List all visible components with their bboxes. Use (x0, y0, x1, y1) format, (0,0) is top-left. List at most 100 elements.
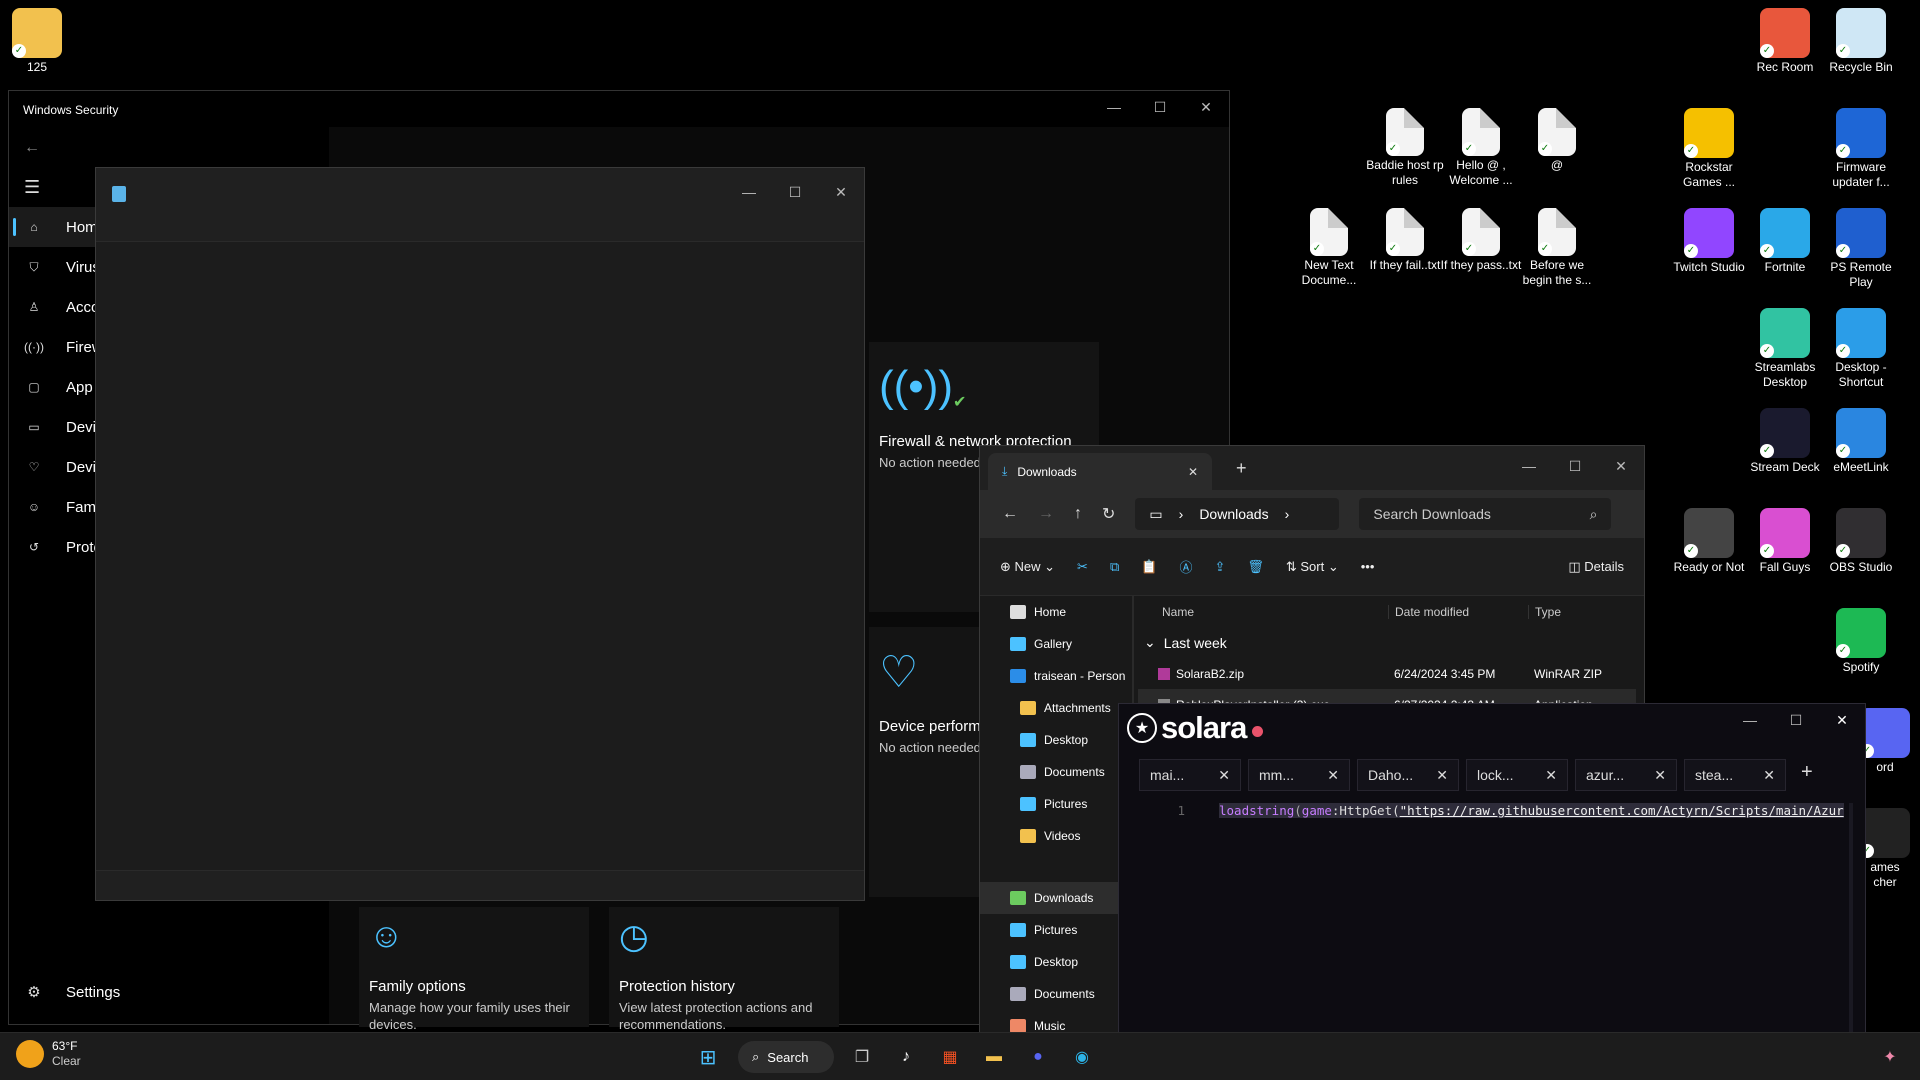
details-button[interactable]: ◫ Details (1568, 559, 1624, 575)
desktop-icon[interactable]: ✓ Baddie host rp rules (1362, 108, 1448, 188)
close-icon[interactable]: ✕ (818, 176, 864, 208)
close-icon[interactable]: ✕ (1763, 767, 1775, 784)
add-tab-icon[interactable]: + (1793, 759, 1821, 791)
desktop-icon[interactable]: ✓ Hello @ , Welcome ... (1438, 108, 1524, 188)
desktop-icon[interactable]: ✓ If they pass..txt (1438, 208, 1524, 273)
copilot-icon[interactable]: ✦ (1874, 1041, 1906, 1073)
desktop-icon[interactable]: ✓ PS Remote Play (1818, 208, 1904, 290)
close-icon[interactable]: ✕ (1545, 767, 1557, 784)
desktop-icon[interactable]: ✓ OBS Studio (1818, 508, 1904, 575)
script-tab[interactable]: azur... ✕ (1575, 759, 1677, 791)
share-icon[interactable]: ⇪ (1214, 559, 1225, 575)
close-icon[interactable]: ✕ (1436, 767, 1448, 784)
address-bar[interactable]: ▭ › Downloads › (1135, 498, 1340, 530)
minimize-icon[interactable]: — (1506, 450, 1552, 482)
delete-icon[interactable]: 🗑 (1247, 559, 1264, 575)
maximize-icon[interactable]: ☐ (1773, 704, 1819, 736)
sort-button[interactable]: ⇅ Sort ⌄ (1286, 559, 1339, 575)
copy-icon[interactable]: ⧉ (1110, 559, 1119, 575)
column-type[interactable]: Type (1528, 604, 1561, 619)
sidebar-item[interactable]: Attachments (980, 692, 1132, 724)
new-tab-icon[interactable]: + (1236, 458, 1247, 479)
discord-icon[interactable]: ● (1022, 1041, 1054, 1073)
desktop-icon[interactable]: ✓ Before we begin the s... (1514, 208, 1600, 288)
sidebar-item[interactable]: Downloads (980, 882, 1132, 914)
close-icon[interactable]: ✕ (1218, 767, 1230, 784)
script-tab[interactable]: mai... ✕ (1139, 759, 1241, 791)
sidebar-item[interactable]: Pictures (980, 914, 1132, 946)
maximize-icon[interactable]: ☐ (1552, 450, 1598, 482)
file-row[interactable]: SolaraB2.zip 6/24/2024 3:45 PM WinRAR ZIP (1138, 658, 1636, 689)
sidebar-item[interactable]: Pictures (980, 788, 1132, 820)
cut-icon[interactable]: ✂ (1077, 559, 1088, 575)
sidebar-item[interactable]: Documents (980, 978, 1132, 1010)
card-protection-history[interactable]: ◷ Protection history View latest protect… (609, 907, 839, 1032)
close-icon[interactable]: ✕ (1183, 91, 1229, 123)
column-date[interactable]: Date modified (1388, 604, 1528, 619)
desktop-icon[interactable]: ✓ Rockstar Games ... (1666, 108, 1752, 190)
group-header[interactable]: ⌄ Last week (1138, 627, 1636, 658)
start-button[interactable]: ⊞ (692, 1041, 724, 1073)
notepad-editor[interactable] (96, 242, 864, 870)
desktop-icon[interactable]: ✓ @ (1514, 108, 1600, 173)
close-icon[interactable]: ✕ (1327, 767, 1339, 784)
desktop-icon[interactable]: ✓ Streamlabs Desktop (1742, 308, 1828, 390)
sidebar-item[interactable]: Desktop (980, 946, 1132, 978)
taskbar-search[interactable]: ⌕ Search (738, 1041, 834, 1073)
new-button[interactable]: ⊕ New ⌄ (1000, 559, 1055, 575)
edge-icon[interactable]: ◉ (1066, 1041, 1098, 1073)
sidebar-item[interactable]: Videos (980, 820, 1132, 852)
desktop-icon[interactable]: ✓ New Text Docume... (1286, 208, 1372, 288)
minimize-icon[interactable]: — (726, 176, 772, 208)
search-input[interactable]: Search Downloads ⌕ (1359, 498, 1612, 530)
tab-downloads[interactable]: ⤓ Downloads ✕ (988, 453, 1212, 490)
desktop-icon[interactable]: ✓ Rec Room (1742, 8, 1828, 75)
sidebar-item[interactable]: Home (980, 596, 1132, 628)
forward-icon[interactable]: → (1038, 505, 1054, 523)
desktop-icon[interactable]: ✓ Fall Guys (1742, 508, 1828, 575)
task-view-icon[interactable]: ❐ (846, 1041, 878, 1073)
sidebar-item[interactable]: traisean - Person (980, 660, 1132, 692)
weather-widget[interactable]: 63°F Clear (16, 1039, 81, 1069)
desktop-icon[interactable]: ✓ If they fail..txt (1362, 208, 1448, 273)
minimize-icon[interactable]: — (1091, 91, 1137, 123)
desktop-icon[interactable]: ✓ 125 (0, 8, 80, 75)
maximize-icon[interactable]: ☐ (1137, 91, 1183, 123)
column-name[interactable]: Name (1138, 605, 1388, 619)
desktop-icon[interactable]: ✓ Spotify (1818, 608, 1904, 675)
desktop-icon[interactable]: ✓ Fortnite (1742, 208, 1828, 275)
back-icon[interactable]: ← (1002, 505, 1018, 523)
desktop-icon[interactable]: ✓ eMeetLink (1818, 408, 1904, 475)
script-tab[interactable]: mm... ✕ (1248, 759, 1350, 791)
script-tab[interactable]: Daho... ✕ (1357, 759, 1459, 791)
close-tab-icon[interactable]: ✕ (1188, 465, 1198, 479)
sidebar-item[interactable]: Desktop (980, 724, 1132, 756)
back-icon[interactable]: ← (9, 127, 329, 167)
up-icon[interactable]: ↑ (1074, 505, 1082, 523)
tiktok-icon[interactable]: ♪ (890, 1041, 922, 1073)
script-tab[interactable]: lock... ✕ (1466, 759, 1568, 791)
sidebar-item[interactable]: Gallery (980, 628, 1132, 660)
close-icon[interactable]: ✕ (1598, 450, 1644, 482)
maximize-icon[interactable]: ☐ (772, 176, 818, 208)
sidebar-item[interactable]: Documents (980, 756, 1132, 788)
desktop-icon[interactable]: ✓ Firmware updater f... (1818, 108, 1904, 190)
more-icon[interactable]: ••• (1361, 559, 1375, 574)
code-editor[interactable]: 1 loadstring(game:HttpGet("https://raw.gi… (1149, 803, 1857, 818)
desktop-icon[interactable]: ✓ Ready or Not (1666, 508, 1752, 575)
desktop-icon[interactable]: ✓ Desktop - Shortcut (1818, 308, 1904, 390)
paste-icon[interactable]: 📋 (1141, 559, 1157, 575)
card-family[interactable]: ☺ Family options Manage how your family … (359, 907, 589, 1032)
close-icon[interactable]: ✕ (1654, 767, 1666, 784)
store-icon[interactable]: ▦ (934, 1041, 966, 1073)
settings-button[interactable]: ⚙ Settings (9, 972, 329, 1012)
desktop-icon[interactable]: ✓ Stream Deck (1742, 408, 1828, 475)
refresh-icon[interactable]: ↻ (1102, 504, 1115, 524)
desktop-icon[interactable]: ✓ Recycle Bin (1818, 8, 1904, 75)
desktop-icon[interactable]: ✓ Twitch Studio (1666, 208, 1752, 275)
rename-icon[interactable]: Ⓐ (1179, 557, 1192, 576)
minimize-icon[interactable]: — (1727, 704, 1773, 736)
file-explorer-icon[interactable]: ▬ (978, 1041, 1010, 1073)
close-icon[interactable]: ✕ (1819, 704, 1865, 736)
script-tab[interactable]: stea... ✕ (1684, 759, 1786, 791)
